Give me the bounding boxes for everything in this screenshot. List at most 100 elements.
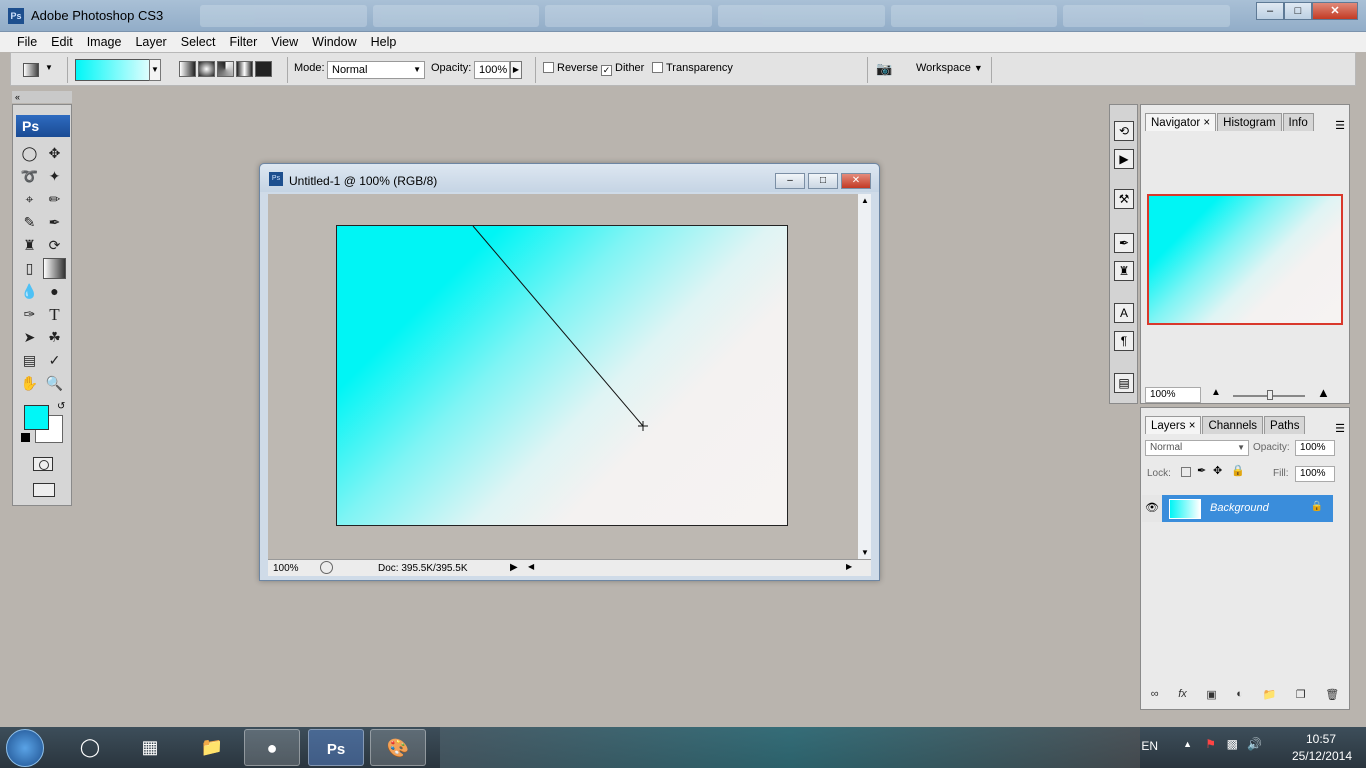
screen-mode-icon[interactable] (33, 483, 55, 497)
navigator-thumbnail[interactable] (1147, 194, 1343, 325)
tab-channels[interactable]: Channels (1202, 416, 1264, 434)
path-selection-tool-icon[interactable]: ➤ (18, 327, 41, 348)
tab-paths[interactable]: Paths (1264, 416, 1306, 434)
history-brush-tool-icon[interactable]: ⟳ (43, 235, 66, 256)
menu-window[interactable]: Window (305, 32, 363, 52)
diamond-gradient-button[interactable] (255, 61, 272, 77)
photoshop-logo[interactable]: Ps (16, 115, 70, 137)
file-explorer-icon[interactable]: 📁 (184, 729, 240, 766)
dodge-tool-icon[interactable]: ● (43, 281, 66, 302)
menu-select[interactable]: Select (174, 32, 223, 52)
custom-shape-tool-icon[interactable]: ☘ (43, 327, 66, 348)
new-group-icon[interactable]: 📁 (1263, 688, 1277, 708)
menu-layer[interactable]: Layer (128, 32, 173, 52)
blur-tool-icon[interactable]: 💧 (18, 281, 41, 302)
delete-layer-icon[interactable]: 🗑 (1325, 688, 1339, 708)
minimize-button[interactable]: – (1256, 2, 1284, 20)
menu-view[interactable]: View (264, 32, 305, 52)
close-icon[interactable]: × (1203, 117, 1210, 129)
status-menu-arrow-icon[interactable]: ▶ (510, 562, 518, 573)
tab-histogram[interactable]: Histogram (1217, 113, 1282, 131)
foreground-color-swatch[interactable] (24, 405, 49, 430)
lock-all-icon[interactable]: 🔒 (1231, 464, 1245, 477)
volume-icon[interactable]: 🔊 (1247, 737, 1262, 751)
layer-opacity-input[interactable]: 100% (1295, 440, 1335, 456)
eraser-tool-icon[interactable]: ▯ (18, 258, 41, 279)
maximize-button[interactable]: □ (1284, 2, 1312, 20)
dither-checkbox[interactable]: ✓ (601, 65, 612, 76)
visibility-eye-icon[interactable]: 👁 (1142, 495, 1162, 522)
close-icon[interactable]: × (1189, 420, 1196, 432)
photoshop-taskbar-icon[interactable]: Ps (308, 729, 364, 766)
character-panel-icon[interactable]: A (1114, 303, 1134, 323)
layer-mask-icon[interactable]: ▣ (1206, 688, 1216, 708)
paragraph-panel-icon[interactable]: ¶ (1114, 331, 1134, 351)
transparency-checkbox[interactable] (652, 62, 663, 73)
clock-date[interactable]: 25/12/2014 (1292, 749, 1352, 763)
brushes-panel-icon[interactable]: ✒ (1114, 233, 1134, 253)
menu-image[interactable]: Image (80, 32, 129, 52)
hand-tool-icon[interactable]: ✋ (18, 373, 41, 394)
document-maximize-button[interactable]: □ (808, 173, 838, 189)
quick-mask-icon[interactable] (33, 457, 53, 471)
lasso-tool-icon[interactable]: ➰ (18, 166, 41, 187)
actions-panel-icon[interactable]: ▶ (1114, 149, 1134, 169)
document-close-button[interactable]: ✕ (841, 173, 871, 189)
clone-stamp-tool-icon[interactable]: ♜ (18, 235, 41, 256)
crop-tool-icon[interactable]: ⌖ (18, 189, 41, 210)
scroll-down-icon[interactable]: ▼ (861, 548, 869, 557)
network-icon[interactable]: ▩ (1227, 737, 1238, 751)
eyedropper-tool-icon[interactable]: ✓ (43, 350, 66, 371)
panel-menu-icon[interactable]: ☰ (1335, 119, 1345, 132)
healing-brush-tool-icon[interactable]: ✎ (18, 212, 41, 233)
status-menu-icon[interactable] (320, 561, 333, 574)
reverse-option[interactable]: Reverse (543, 62, 598, 74)
brush-tool-icon[interactable]: ✒ (43, 212, 66, 233)
scroll-up-icon[interactable]: ▲ (861, 196, 869, 205)
panel-menu-icon[interactable]: ☰ (1335, 422, 1345, 435)
tool-preset-picker[interactable]: ▼ (21, 60, 55, 80)
layer-fill-input[interactable]: 100% (1295, 466, 1335, 482)
slice-tool-icon[interactable]: ✏ (43, 189, 66, 210)
zoom-tool-icon[interactable]: 🔍 (43, 373, 66, 394)
lock-transparency-icon[interactable] (1181, 467, 1191, 477)
scroll-left-icon[interactable]: ◀ (528, 562, 534, 571)
adjustment-layer-icon[interactable]: ◐ (1236, 688, 1243, 708)
zoom-in-icon[interactable]: ▲ (1317, 385, 1330, 400)
gradient-picker-dropdown[interactable]: ▼ (149, 59, 161, 81)
transparency-option[interactable]: Transparency (652, 62, 733, 74)
paint-icon[interactable]: 🎨 (370, 729, 426, 766)
pen-tool-icon[interactable]: ✑ (18, 304, 41, 325)
magic-wand-tool-icon[interactable]: ✦ (43, 166, 66, 187)
action-center-icon[interactable]: ⚑ (1205, 737, 1216, 751)
linear-gradient-button[interactable] (179, 61, 196, 77)
close-button[interactable]: ✕ (1312, 2, 1358, 20)
history-panel-icon[interactable]: ⟲ (1114, 121, 1134, 141)
reflected-gradient-button[interactable] (236, 61, 253, 77)
menu-edit[interactable]: Edit (44, 32, 80, 52)
layer-style-icon[interactable]: fx (1178, 688, 1187, 708)
radial-gradient-button[interactable] (198, 61, 215, 77)
default-colors-icon[interactable] (21, 433, 30, 442)
layer-row-background[interactable]: 👁 Background 🔒 (1142, 495, 1333, 522)
menu-filter[interactable]: Filter (222, 32, 264, 52)
opacity-input[interactable]: 100% (474, 61, 510, 79)
menu-file[interactable]: File (10, 32, 44, 52)
link-layers-icon[interactable]: ∞ (1151, 688, 1159, 708)
clock-time[interactable]: 10:57 (1306, 732, 1336, 746)
language-indicator[interactable]: EN (1141, 739, 1158, 753)
dither-option[interactable]: ✓ Dither (601, 62, 644, 76)
clone-source-panel-icon[interactable]: ♜ (1114, 261, 1134, 281)
mode-select[interactable]: Normal ▼ (327, 61, 425, 79)
start-button[interactable] (6, 729, 44, 767)
document-zoom-field[interactable]: 100% (273, 563, 299, 574)
tool-presets-panel-icon[interactable]: ⚒ (1114, 189, 1134, 209)
reverse-checkbox[interactable] (543, 62, 554, 73)
opacity-slider-button[interactable]: ▶ (510, 61, 522, 79)
document-vertical-scrollbar[interactable]: ▲ ▼ (858, 194, 871, 559)
slider-thumb[interactable] (1267, 390, 1273, 400)
menu-help[interactable]: Help (364, 32, 404, 52)
file-browser-icon[interactable]: 📷 (876, 61, 896, 79)
angle-gradient-button[interactable] (217, 61, 234, 77)
lock-image-icon[interactable]: ✒ (1197, 464, 1206, 477)
